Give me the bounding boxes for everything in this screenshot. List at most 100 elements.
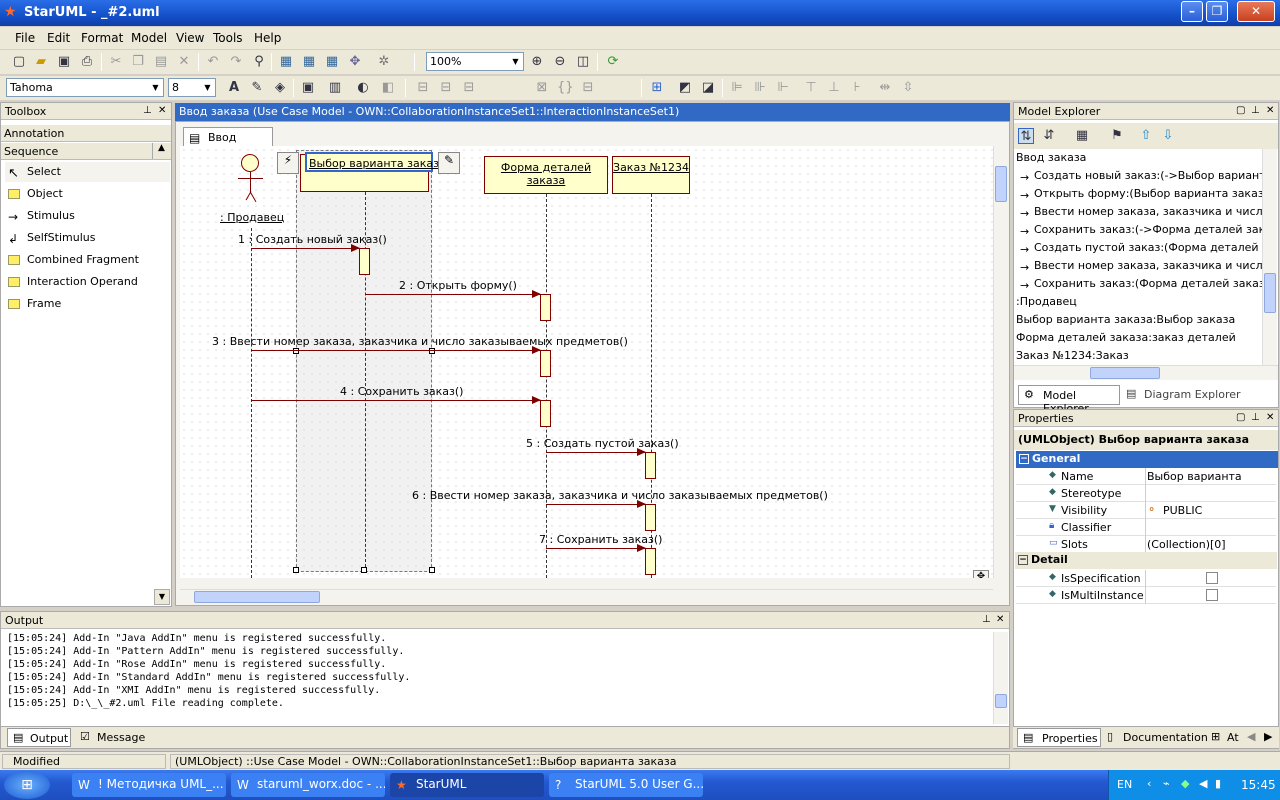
quick-stimulus-icon[interactable]: ⚡	[277, 152, 299, 174]
diagram-icon[interactable]: ▦	[278, 54, 294, 70]
refresh-icon[interactable]: ⟳	[605, 54, 621, 70]
tab-scroll-right-icon[interactable]: ▶	[1264, 730, 1272, 743]
pen-icon[interactable]: ✎	[249, 80, 265, 96]
menu-tools[interactable]: Tools	[213, 31, 243, 45]
zoom-in-icon[interactable]: ⊕	[529, 54, 545, 70]
object-zakaz[interactable]: Заказ №1234	[612, 156, 690, 194]
prop-visibility[interactable]: ▼ Visibility ⚬ PUBLIC	[1016, 502, 1276, 519]
move-down-icon[interactable]: ⇩	[1160, 128, 1176, 144]
object-forma-detalei[interactable]: Форма деталей заказа	[484, 156, 608, 194]
zoom-out-icon[interactable]: ⊖	[552, 54, 568, 70]
tree-item[interactable]: Создать пустой заказ:(Форма деталей зака…	[1034, 239, 1262, 257]
diagram-hscroll[interactable]	[180, 589, 993, 604]
explorer-hscroll[interactable]	[1014, 365, 1278, 380]
taskbar-item-active[interactable]: ★ StarUML	[390, 773, 544, 797]
tree-icon[interactable]: ⊞	[649, 80, 665, 96]
sort-icon[interactable]: ⇅	[1018, 128, 1034, 144]
tree-item[interactable]: Ввод заказа	[1016, 149, 1086, 167]
tool-select[interactable]: ↖ Select	[5, 162, 170, 182]
layout3-icon[interactable]: ⊟	[461, 80, 477, 96]
resize-handle[interactable]	[293, 567, 299, 573]
message-arrow[interactable]	[251, 244, 360, 252]
activation-bar[interactable]	[540, 400, 551, 427]
tree-item[interactable]: Выбор варианта заказа:Выбор заказа	[1016, 311, 1235, 329]
taskbar-item[interactable]: Wstaruml_worx.doc - ...	[231, 773, 385, 797]
maximize-button[interactable]: ❐	[1206, 1, 1228, 22]
move-up-icon[interactable]: ⇧	[1138, 128, 1154, 144]
object-name-editor[interactable]: Выбор варианта заказа	[305, 152, 446, 172]
pin-icon[interactable]: ⊥	[143, 105, 152, 116]
add-element-icon[interactable]: ▦	[1074, 128, 1090, 144]
delete-icon[interactable]: ✕	[176, 54, 192, 70]
cut-icon[interactable]: ✂	[108, 54, 124, 70]
close-button[interactable]: ✕	[1237, 1, 1275, 22]
find-icon[interactable]: ⚲	[251, 54, 267, 70]
redo-icon[interactable]: ↷	[228, 54, 244, 70]
tool-object[interactable]: Object	[5, 184, 170, 204]
line-style-icon[interactable]: ▥	[327, 80, 343, 96]
minimize-button[interactable]: –	[1181, 1, 1203, 22]
activation-bar[interactable]	[359, 248, 370, 275]
prop-slots[interactable]: ▭ Slots (Collection)[0]	[1016, 536, 1276, 553]
tab-attachments[interactable]: ⊞ At	[1207, 728, 1247, 747]
prop-classifier[interactable]: 🔒︎ Classifier	[1016, 519, 1276, 536]
font-color-icon[interactable]: A	[226, 80, 242, 96]
prop-stereotype[interactable]: ◆ Stereotype	[1016, 485, 1276, 502]
pin-icon[interactable]: ⊥	[1251, 412, 1260, 423]
tool-frame[interactable]: Frame	[5, 294, 170, 314]
zoom-fit-icon[interactable]: ◫	[575, 54, 591, 70]
align-right-icon[interactable]: ⊩	[775, 80, 791, 96]
paste-icon[interactable]: ▤	[153, 54, 169, 70]
menu-view[interactable]: View	[176, 31, 204, 45]
tool-interaction-operand[interactable]: Interaction Operand	[5, 272, 170, 292]
braces-icon[interactable]: {}	[557, 80, 574, 96]
align-icon[interactable]: ◧	[380, 80, 396, 96]
sort-type-icon[interactable]: ⇵	[1041, 128, 1057, 144]
align-top-icon[interactable]: ⊤	[803, 80, 819, 96]
space-h-icon[interactable]: ⇹	[877, 80, 893, 96]
group-detail[interactable]: − Detail	[1015, 552, 1277, 569]
new-file-icon[interactable]: ▢	[11, 54, 27, 70]
security-icon[interactable]: ◆	[1181, 777, 1189, 790]
tab-properties[interactable]: ▤ Properties	[1017, 728, 1101, 747]
menu-help[interactable]: Help	[254, 31, 281, 45]
close-icon[interactable]: ✕	[158, 105, 166, 116]
align-bottom-icon[interactable]: ⊦	[849, 80, 865, 96]
message-arrow[interactable]	[251, 346, 541, 354]
open-folder-icon[interactable]: ▰	[33, 54, 49, 70]
message-label[interactable]: 6 : Ввести номер заказа, заказчика и чис…	[412, 489, 828, 502]
message-arrow[interactable]	[251, 396, 541, 404]
message-label[interactable]: 3 : Ввести номер заказа, заказчика и чис…	[212, 335, 628, 348]
layout5-icon[interactable]: ⊟	[580, 80, 596, 96]
resize-handle[interactable]	[429, 348, 435, 354]
tree-item[interactable]: Ввести номер заказа, заказчика и число з…	[1034, 257, 1262, 275]
explorer-vscroll[interactable]	[1262, 149, 1277, 365]
volume-icon[interactable]: ◀	[1199, 777, 1207, 790]
tree-item[interactable]: Сохранить заказ:(Форма деталей заказа->З	[1034, 275, 1262, 293]
layout2-icon[interactable]: ⊟	[438, 80, 454, 96]
space-v-icon[interactable]: ⇳	[900, 80, 916, 96]
print-icon[interactable]: ⎙	[79, 54, 95, 70]
close-icon[interactable]: ✕	[1266, 412, 1274, 423]
activation-bar[interactable]	[540, 294, 551, 321]
addin-icon[interactable]: ✲	[376, 54, 392, 70]
font-combo[interactable]: Tahoma ▼	[6, 78, 164, 97]
font-size-combo[interactable]: 8 ▼	[168, 78, 216, 97]
zoom-combo[interactable]: 100% ▼	[426, 52, 524, 71]
diagram-vscroll[interactable]	[993, 146, 1008, 578]
tab-documentation[interactable]: ▯ Documentation	[1103, 728, 1208, 747]
align-center-icon[interactable]: ⊪	[752, 80, 768, 96]
resize-handle[interactable]	[429, 567, 435, 573]
tool-stimulus[interactable]: → Stimulus	[5, 206, 170, 226]
tray-expand-icon[interactable]: ‹	[1147, 777, 1151, 790]
start-button[interactable]: ⊞	[4, 771, 50, 799]
message-label[interactable]: 2 : Открыть форму()	[399, 279, 517, 292]
language-indicator[interactable]: EN	[1117, 778, 1132, 791]
menu-model[interactable]: Model	[131, 31, 167, 45]
tab-message[interactable]: ☑ Message	[75, 728, 149, 747]
output-vscroll[interactable]	[993, 632, 1008, 724]
resize-handle[interactable]	[361, 567, 367, 573]
xml-icon[interactable]	[352, 54, 368, 70]
pan-icon[interactable]: ✥	[973, 570, 989, 578]
tree-item[interactable]: Заказ №1234:Заказ	[1016, 347, 1129, 365]
